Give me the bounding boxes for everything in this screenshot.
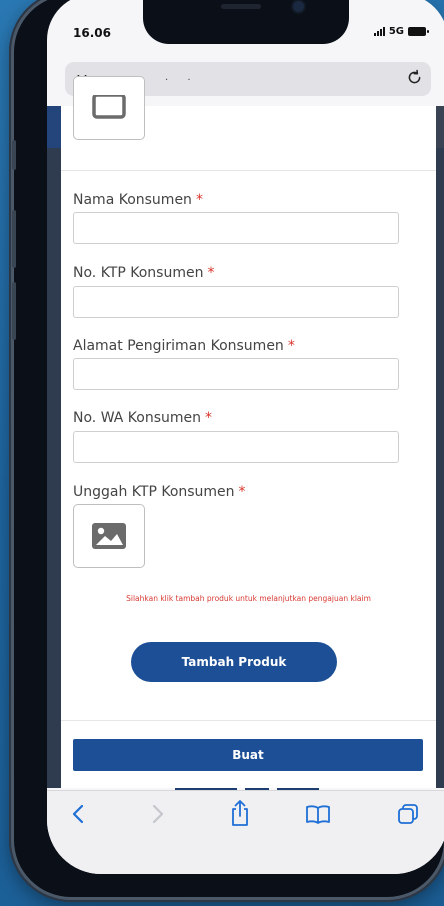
camera xyxy=(293,1,304,12)
status-time: 16.06 xyxy=(73,26,111,40)
volume-down-button xyxy=(12,282,16,340)
volume-up-button xyxy=(12,210,16,268)
warning-text: Silahkan klik tambah produk untuk melanj… xyxy=(126,594,371,603)
nama-konsumen-input[interactable] xyxy=(73,212,399,244)
alamat-pengiriman-input[interactable] xyxy=(73,358,399,390)
reload-icon[interactable] xyxy=(406,69,423,91)
notch xyxy=(143,0,349,44)
image-icon xyxy=(92,523,126,549)
page-header-strip xyxy=(47,106,61,148)
ktp-upload-button[interactable] xyxy=(73,504,145,568)
footer-divider xyxy=(61,720,436,721)
buat-button[interactable]: Buat xyxy=(73,739,423,771)
network-type: 5G xyxy=(388,26,404,37)
form-sheet: Nama Konsumen * No. KTP Konsumen * Alamat … xyxy=(61,76,436,788)
status-indicators: 5G xyxy=(373,26,429,37)
alamat-pengiriman-label: Alamat Pengiriman Konsumen * xyxy=(73,338,295,354)
browser-toolbar xyxy=(47,790,444,874)
no-ktp-konsumen-input[interactable] xyxy=(73,286,399,318)
phone-frame: 16.06 5G AA . . xyxy=(9,0,444,902)
signal-icon xyxy=(373,27,385,36)
nama-konsumen-label: Nama Konsumen * xyxy=(73,192,203,208)
forward-icon[interactable] xyxy=(151,803,165,831)
no-ktp-konsumen-label: No. KTP Konsumen * xyxy=(73,265,215,281)
required-marker: * xyxy=(205,410,213,426)
speaker xyxy=(221,4,261,9)
scrollbar[interactable] xyxy=(436,106,444,148)
required-marker: * xyxy=(287,338,295,354)
previous-upload-box[interactable] xyxy=(73,76,145,140)
back-icon[interactable] xyxy=(71,803,85,831)
image-icon xyxy=(92,95,126,119)
tambah-produk-button[interactable]: Tambah Produk xyxy=(131,642,337,682)
no-wa-konsumen-input[interactable] xyxy=(73,431,399,463)
bookmarks-icon[interactable] xyxy=(305,803,331,831)
section-divider xyxy=(61,170,436,171)
required-marker: * xyxy=(207,265,215,281)
no-wa-konsumen-label: No. WA Konsumen * xyxy=(73,410,213,426)
required-marker: * xyxy=(195,192,203,208)
mute-switch xyxy=(12,140,16,170)
tabs-icon[interactable] xyxy=(397,803,419,831)
required-marker: * xyxy=(238,484,246,500)
phone-screen: 16.06 5G AA . . xyxy=(47,0,444,874)
page-content: Nama Konsumen * No. KTP Konsumen * Alamat … xyxy=(47,76,444,802)
battery-icon xyxy=(408,27,429,36)
share-icon[interactable] xyxy=(229,799,251,833)
url-text: . . xyxy=(165,72,199,83)
unggah-ktp-label: Unggah KTP Konsumen * xyxy=(73,484,246,500)
